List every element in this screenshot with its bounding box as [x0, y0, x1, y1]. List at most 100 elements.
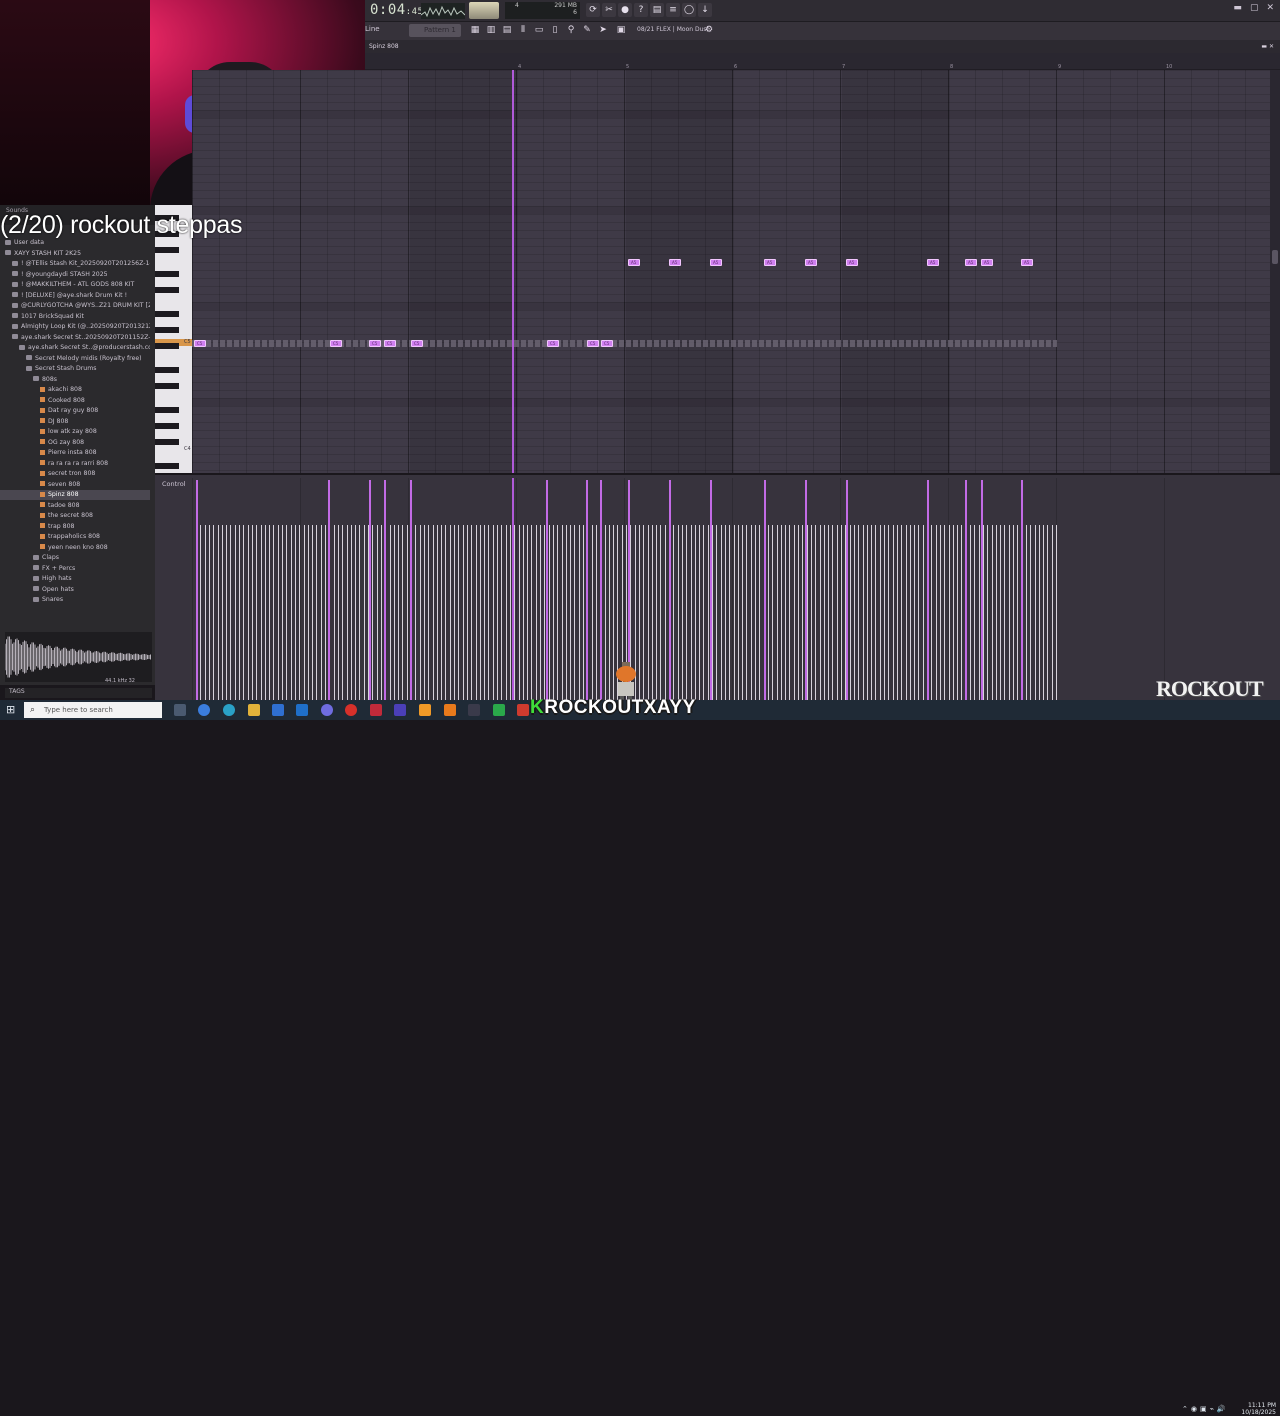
velocity-bar[interactable]	[251, 525, 253, 700]
snap-mode[interactable]: Line	[365, 25, 380, 33]
velocity-bar[interactable]	[286, 525, 288, 700]
chrome-icon[interactable]	[345, 704, 357, 716]
midi-note[interactable]: A5	[710, 259, 722, 266]
velocity-bar[interactable]	[307, 525, 309, 700]
velocity-bar[interactable]	[570, 525, 572, 700]
browser-file-item[interactable]: Cooked 808	[0, 396, 150, 406]
velocity-bar[interactable]	[780, 525, 782, 700]
velocity-bar[interactable]	[290, 525, 292, 700]
scroll-thumb[interactable]	[1272, 250, 1278, 264]
velocity-bar[interactable]	[389, 525, 391, 700]
browser-folder-item[interactable]: Snares	[0, 595, 150, 605]
browser-folder-item[interactable]: ! [DELUXE] @aye.shark Drum Kit !	[0, 291, 150, 301]
velocity-bar[interactable]	[522, 525, 524, 700]
browser-file-item[interactable]: secret tron 808	[0, 469, 150, 479]
velocity-bar[interactable]	[561, 525, 563, 700]
velocity-bar[interactable]	[952, 525, 954, 700]
velocity-bar[interactable]	[914, 525, 916, 700]
velocity-bar-active[interactable]	[369, 480, 371, 700]
velocity-bar[interactable]	[479, 525, 481, 700]
velocity-bar[interactable]	[1004, 525, 1006, 700]
velocity-bar[interactable]	[961, 525, 963, 700]
midi-note[interactable]: C5	[384, 340, 396, 347]
velocity-bar[interactable]	[535, 525, 537, 700]
velocity-bar[interactable]	[948, 525, 950, 700]
browser-folder-item[interactable]: High hats	[0, 574, 150, 584]
refresh-icon[interactable]: ⟳	[586, 3, 600, 17]
piano-roll-window-controls[interactable]: ▬ ✕	[1261, 40, 1274, 53]
browser-file-item[interactable]: seven 808	[0, 480, 150, 490]
velocity-bar[interactable]	[540, 525, 541, 700]
black-key[interactable]	[155, 287, 179, 293]
velocity-bar[interactable]	[767, 525, 769, 700]
black-key[interactable]	[155, 383, 179, 389]
wrench-icon[interactable]: ✎	[581, 24, 593, 37]
velocity-bar-active[interactable]	[410, 480, 412, 700]
adobe-icon[interactable]	[444, 704, 456, 716]
velocity-bar[interactable]	[862, 525, 864, 700]
plugin-slot-icon[interactable]: ▣	[615, 24, 627, 37]
velocity-bar[interactable]	[918, 525, 920, 700]
velocity-bar[interactable]	[312, 525, 314, 700]
velocity-bar[interactable]	[703, 525, 705, 700]
velocity-bar[interactable]	[449, 525, 451, 700]
velocity-bar[interactable]	[720, 525, 722, 700]
velocity-bar[interactable]	[243, 525, 245, 700]
velocity-bar[interactable]	[896, 525, 898, 700]
velocity-bar[interactable]	[518, 525, 520, 700]
velocity-bar[interactable]	[432, 525, 434, 700]
task-view-icon[interactable]	[174, 704, 186, 716]
velocity-bar[interactable]	[742, 525, 744, 700]
velocity-bar[interactable]	[574, 525, 576, 700]
note-grid[interactable]: A5 A5 A5 A5 A5 A5 A5 A5 A5 A5 C5 C5 C5 C5 C5 C5 C5 C5	[192, 70, 1270, 473]
midi-note[interactable]: C5	[411, 340, 423, 347]
scissors-icon[interactable]: ✂	[602, 3, 616, 17]
velocity-bar[interactable]	[355, 525, 357, 700]
velocity-bar[interactable]	[823, 525, 825, 700]
velocity-bar[interactable]	[548, 525, 550, 700]
velocity-bar[interactable]	[772, 525, 774, 700]
browser-folder-item[interactable]: Secret Melody midis (Royalty free)	[0, 354, 150, 364]
velocity-bar[interactable]	[991, 525, 993, 700]
velocity-bar[interactable]	[492, 525, 494, 700]
velocity-bar[interactable]	[643, 525, 645, 700]
velocity-bar[interactable]	[819, 525, 821, 700]
velocity-bar[interactable]	[509, 525, 511, 700]
app-icon-3[interactable]	[493, 704, 505, 716]
midi-note[interactable]: A5	[628, 259, 640, 266]
velocity-bar[interactable]	[879, 525, 881, 700]
microphone-icon[interactable]: ●	[618, 3, 632, 17]
velocity-bar-active[interactable]	[600, 480, 602, 700]
browser-file-item[interactable]: Spinz 808	[0, 490, 150, 500]
browser-file-item[interactable]: trappaholics 808	[0, 532, 150, 542]
browser-file-item[interactable]: trap 808	[0, 522, 150, 532]
velocity-bar[interactable]	[1030, 525, 1032, 700]
midi-note[interactable]: C5	[601, 340, 613, 347]
velocity-bar[interactable]	[1000, 525, 1002, 700]
velocity-bar[interactable]	[815, 525, 817, 700]
store-icon[interactable]	[272, 704, 284, 716]
velocity-bar[interactable]	[656, 525, 658, 700]
velocity-bar[interactable]	[264, 525, 266, 700]
velocity-bar[interactable]	[884, 525, 885, 700]
velocity-bar[interactable]	[423, 525, 425, 700]
velocity-bar-active[interactable]	[981, 480, 983, 700]
black-key[interactable]	[155, 311, 179, 317]
velocity-bar[interactable]	[716, 525, 718, 700]
velocity-bar[interactable]	[699, 525, 701, 700]
vertical-scrollbar[interactable]	[1270, 70, 1280, 473]
timeline-ruler[interactable]: 4 5 6 7 8 9 10	[365, 53, 1280, 70]
velocity-bar[interactable]	[497, 525, 498, 700]
velocity-bar[interactable]	[1056, 525, 1057, 700]
velocity-bar[interactable]	[871, 525, 873, 700]
velocity-bar[interactable]	[230, 525, 232, 700]
taskbar-search[interactable]: ⌕ Type here to search	[24, 702, 162, 718]
velocity-bar-active[interactable]	[328, 480, 330, 700]
velocity-bar[interactable]	[226, 525, 228, 700]
velocity-bar[interactable]	[789, 525, 791, 700]
velocity-bar[interactable]	[995, 525, 997, 700]
velocity-bar-active[interactable]	[546, 480, 548, 700]
black-key[interactable]	[155, 423, 179, 429]
download-icon[interactable]: ↓	[698, 3, 712, 17]
black-key[interactable]	[155, 367, 179, 373]
